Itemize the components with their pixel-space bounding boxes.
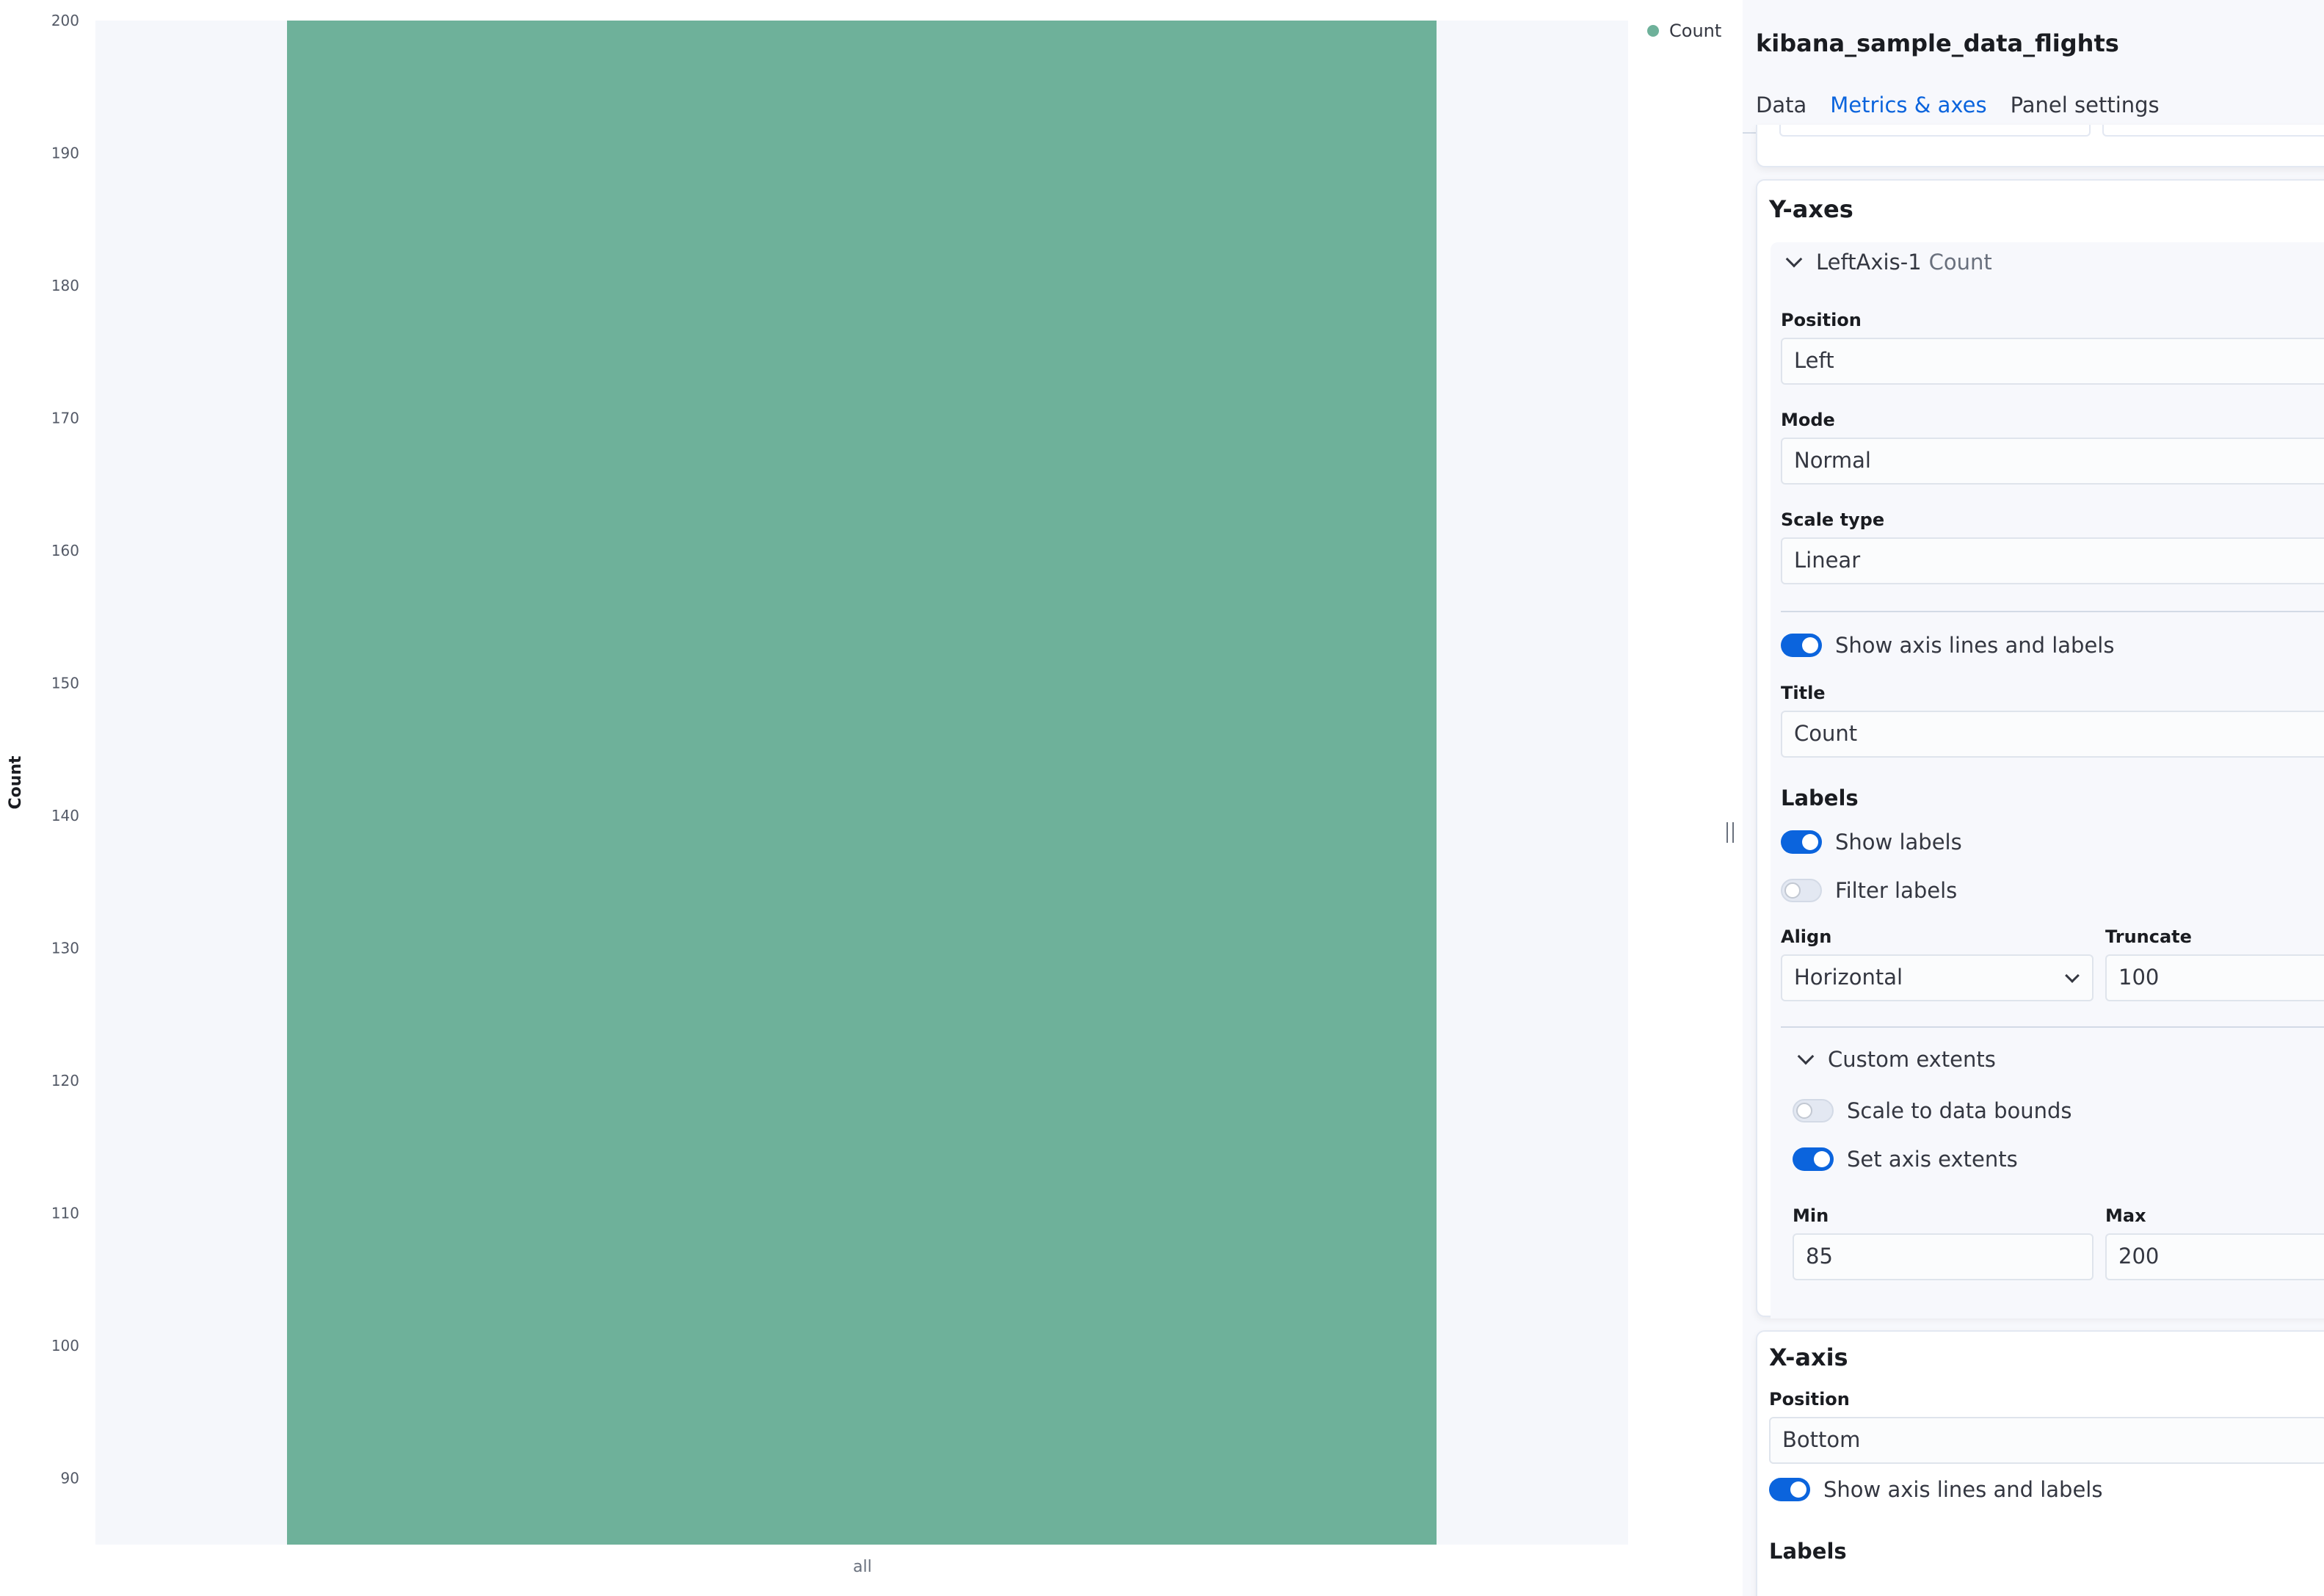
mode-select[interactable]: Normal: [1781, 438, 2324, 485]
y-tick-label: 90: [61, 1470, 79, 1487]
legend-count-label: Count: [1669, 21, 1722, 41]
y-tick-label: 200: [51, 12, 79, 29]
toggle-switch-off[interactable]: [1781, 879, 1822, 902]
filter-labels-label: Filter labels: [1835, 878, 1958, 903]
max-label: Max: [2105, 1205, 2146, 1226]
position-select[interactable]: Left: [1781, 338, 2324, 385]
x-axis-card: X-axis Position Bottom Show axis lines a…: [1756, 1330, 2324, 1596]
align-select[interactable]: Horizontal: [1781, 954, 2094, 1001]
left-axis-accordion[interactable]: LeftAxis-1 Count: [1785, 250, 1992, 275]
position-label: Position: [1781, 310, 1862, 330]
metric-field-stub-2: [2102, 125, 2324, 137]
index-pattern-title: kibana_sample_data_flights: [1756, 29, 2119, 57]
labels-subtitle: Labels: [1781, 786, 1859, 810]
x-axis-title: X-axis: [1769, 1343, 1848, 1371]
x-position-select[interactable]: Bottom: [1769, 1417, 2324, 1464]
y-tick-label: 180: [51, 277, 79, 294]
min-input[interactable]: 85: [1793, 1233, 2094, 1280]
divider: [1781, 1026, 2324, 1028]
y-tick-label: 130: [51, 940, 79, 957]
show-labels-label: Show labels: [1835, 830, 1962, 855]
y-axes-title: Y-axes: [1769, 195, 1853, 223]
left-axis-series: Count: [1928, 250, 1992, 275]
y-tick-label: 170: [51, 410, 79, 427]
metrics-card-bottom: [1756, 125, 2324, 167]
show-axis-lines-toggle[interactable]: Show axis lines and labels: [1781, 633, 2114, 658]
show-labels-toggle[interactable]: Show labels: [1781, 830, 1962, 855]
min-label: Min: [1793, 1205, 1829, 1226]
title-input[interactable]: Count: [1781, 711, 2324, 758]
truncate-input[interactable]: 100: [2105, 954, 2324, 1001]
chart-legend[interactable]: Count: [1647, 21, 1721, 41]
y-tick-label: 110: [51, 1205, 79, 1222]
mode-label: Mode: [1781, 410, 1835, 430]
set-axis-extents-label: Set axis extents: [1847, 1147, 2018, 1172]
toggle-switch-on[interactable]: [1781, 830, 1822, 854]
y-tick-label: 150: [51, 675, 79, 692]
chevron-down-icon: [2065, 968, 2080, 983]
divider: [1781, 611, 2324, 612]
toggle-switch-on[interactable]: [1781, 634, 1822, 657]
y-axis-title: Count: [7, 755, 25, 810]
show-axis-lines-label: Show axis lines and labels: [1835, 633, 2115, 658]
panel-resize-handle[interactable]: [1726, 822, 1734, 843]
toggle-switch-off[interactable]: [1793, 1099, 1834, 1122]
scale-type-select[interactable]: Linear: [1781, 537, 2324, 584]
custom-extents-label: Custom extents: [1828, 1047, 1996, 1072]
x-show-axis-lines-label: Show axis lines and labels: [1823, 1477, 2103, 1502]
toggle-switch-on[interactable]: [1769, 1478, 1810, 1501]
y-tick-label: 140: [51, 807, 79, 824]
y-tick-label: 190: [51, 145, 79, 162]
x-labels-subtitle: Labels: [1769, 1539, 1847, 1564]
align-label: Align: [1781, 926, 1832, 947]
bar-chart: 90 100 110 120 130 140 150 160 170 180 190 200 Count: [7, 12, 1628, 1545]
truncate-label: Truncate: [2105, 926, 2192, 947]
x-show-axis-lines-toggle[interactable]: Show axis lines and labels: [1769, 1477, 2102, 1502]
toggle-switch-on[interactable]: [1793, 1147, 1834, 1171]
x-axis-tick-label: all: [853, 1558, 872, 1576]
chart-area: 90 100 110 120 130 140 150 160 170 180 190 200 Count…: [0, 0, 1734, 1596]
bar-all[interactable]: [287, 21, 1437, 1545]
scale-type-label: Scale type: [1781, 509, 1885, 530]
filter-labels-toggle[interactable]: Filter labels: [1781, 878, 1957, 903]
editor-panel: kibana_sample_data_flights Data Metrics …: [1743, 0, 2324, 1596]
chevron-down-icon: [1797, 1048, 1815, 1065]
left-axis-name: LeftAxis-1: [1816, 250, 1922, 275]
y-tick-label: 160: [51, 542, 79, 559]
left-axis-panel: LeftAxis-1 Count Position Left Mode Norm…: [1771, 242, 2324, 1318]
y-tick-label: 120: [51, 1072, 79, 1089]
legend-count-swatch: [1647, 25, 1659, 37]
max-input[interactable]: 200: [2105, 1233, 2324, 1280]
set-axis-extents-toggle[interactable]: Set axis extents: [1793, 1147, 2018, 1172]
x-position-label: Position: [1769, 1389, 1850, 1410]
scale-to-data-bounds-label: Scale to data bounds: [1847, 1098, 2072, 1123]
metric-field-stub: [1779, 125, 2091, 137]
title-label: Title: [1781, 683, 1826, 703]
scale-to-data-bounds-toggle[interactable]: Scale to data bounds: [1793, 1098, 2072, 1123]
y-tick-label: 100: [51, 1337, 79, 1354]
y-axes-card: Y-axes LeftAxis-1 Count Position Left Mo…: [1756, 179, 2324, 1318]
chevron-down-icon: [1785, 250, 1803, 268]
align-value: Horizontal: [1794, 965, 1903, 990]
custom-extents-accordion[interactable]: Custom extents: [1797, 1047, 1996, 1072]
